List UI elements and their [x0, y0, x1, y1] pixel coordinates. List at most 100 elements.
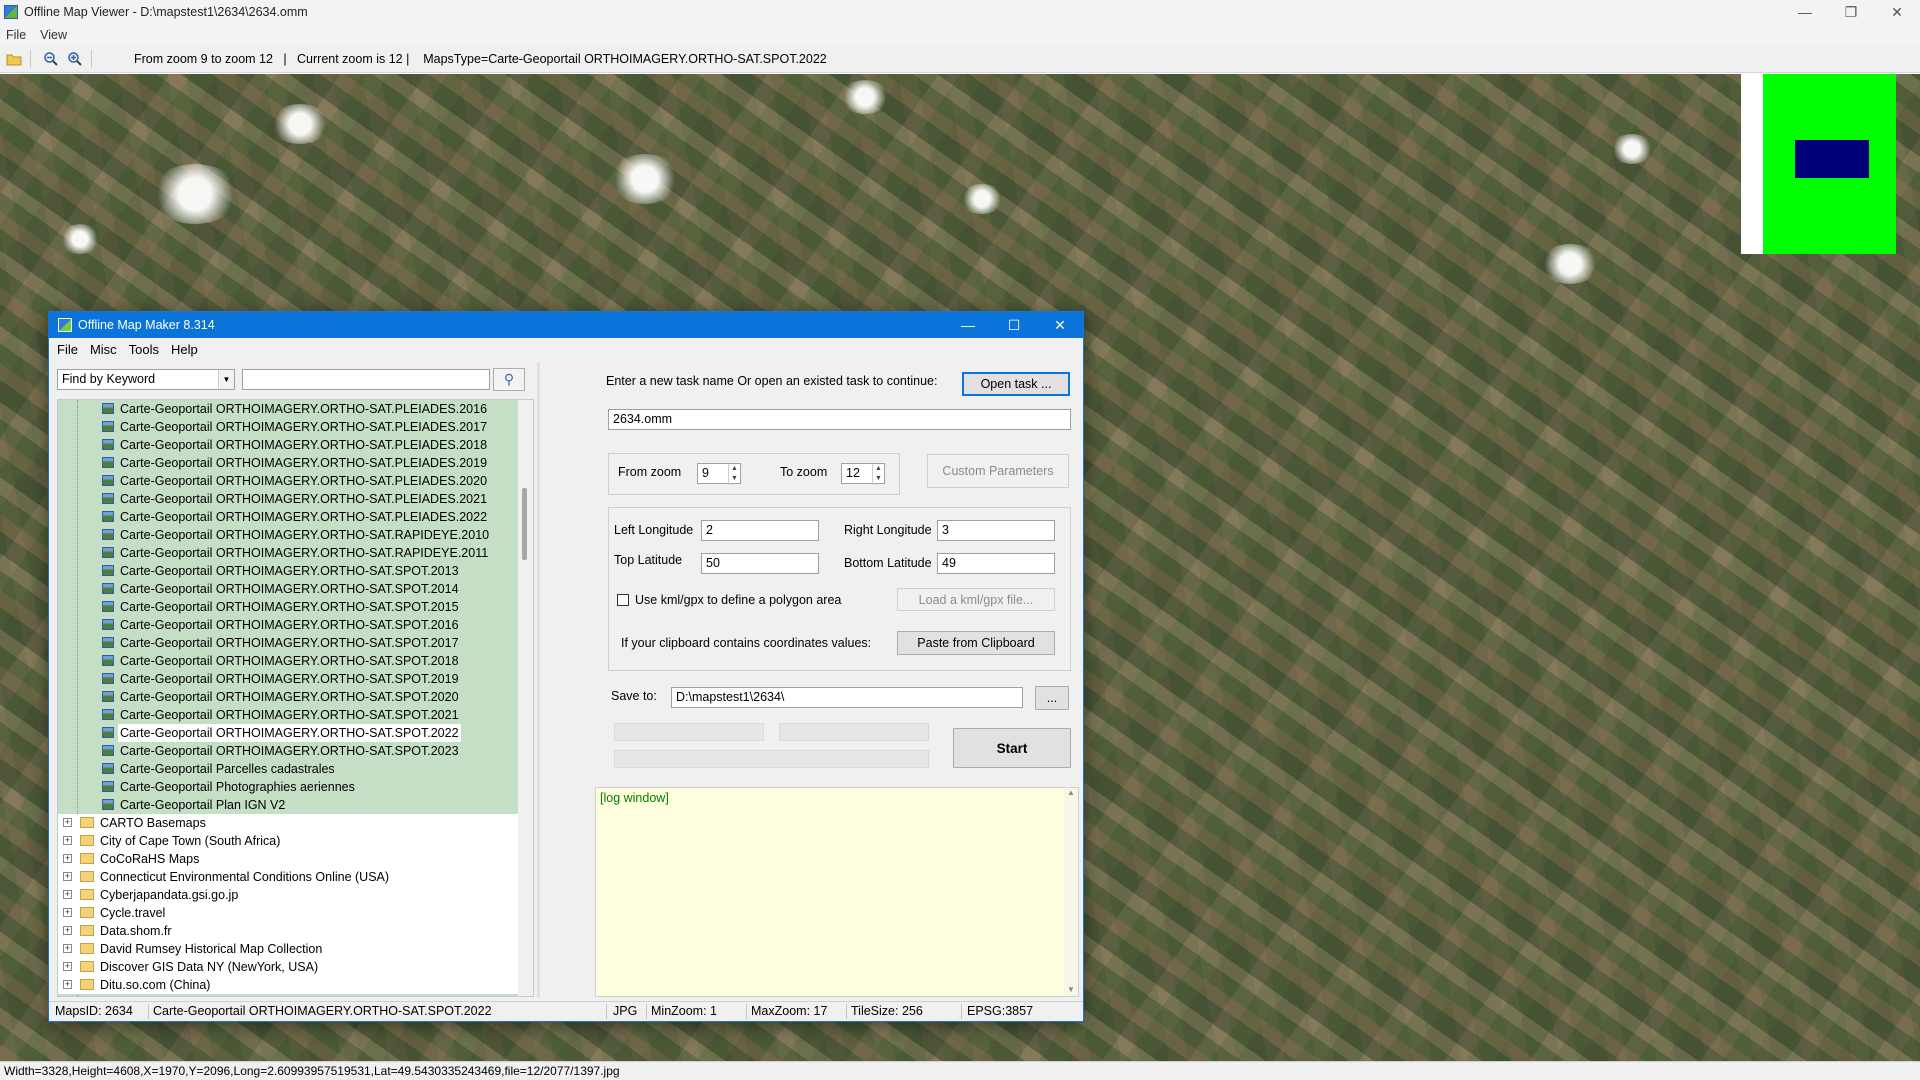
panel-splitter[interactable] [537, 362, 540, 998]
search-mode-select[interactable]: Find by Keyword ▼ [57, 369, 235, 390]
tree-folder-item[interactable]: + City of Cape Town (South Africa) [58, 832, 518, 850]
left-longitude-input[interactable]: 2 [701, 520, 819, 541]
from-zoom-input[interactable]: 9 ▲ ▼ [697, 463, 741, 485]
tree-folder-item[interactable]: + Data.shom.fr [58, 922, 518, 940]
expand-icon[interactable]: + [63, 836, 72, 845]
zoom-in-icon[interactable] [65, 49, 85, 69]
maximize-icon[interactable]: ☐ [991, 312, 1037, 338]
expand-icon[interactable]: + [63, 908, 72, 917]
menu-view[interactable]: View [40, 28, 67, 42]
close-icon[interactable]: ✕ [1874, 0, 1920, 24]
map-layer-icon [102, 583, 114, 594]
viewer-titlebar: Offline Map Viewer - D:\mapstest1\2634\2… [0, 0, 1920, 24]
expand-icon[interactable]: + [63, 818, 72, 827]
tree-leaf-item[interactable]: Carte-Geoportail Photographies aeriennes [58, 778, 518, 796]
folder-icon [80, 907, 94, 918]
load-kml-button[interactable]: Load a kml/gpx file... [897, 588, 1055, 611]
tree-leaf-item[interactable]: Carte-Geoportail ORTHOIMAGERY.ORTHO-SAT.… [58, 652, 518, 670]
save-path-input[interactable]: D:\mapstest1\2634\ [671, 687, 1023, 708]
status-min-zoom: MinZoom: 1 [651, 1004, 717, 1018]
tree-folder-item[interactable]: + Cycle.travel [58, 904, 518, 922]
status-divider [846, 1004, 847, 1019]
tree-folder-item[interactable]: + David Rumsey Historical Map Collection [58, 940, 518, 958]
dialog-menu-misc[interactable]: Misc [90, 342, 117, 357]
tree-leaf-item[interactable]: Carte-Geoportail ORTHOIMAGERY.ORTHO-SAT.… [58, 508, 518, 526]
close-icon[interactable]: ✕ [1037, 312, 1083, 338]
paste-clipboard-button[interactable]: Paste from Clipboard [897, 631, 1055, 655]
tree-leaf-item[interactable]: Carte-Geoportail ORTHOIMAGERY.ORTHO-SAT.… [58, 616, 518, 634]
to-zoom-input[interactable]: 12 ▲ ▼ [841, 463, 885, 485]
map-layer-icon [102, 655, 114, 666]
open-task-button[interactable]: Open task ... [962, 372, 1070, 396]
tree-folder-label: Data.shom.fr [100, 924, 172, 938]
start-button[interactable]: Start [953, 728, 1071, 768]
folder-icon [80, 817, 94, 828]
tree-scrollbar[interactable] [518, 400, 533, 996]
tree-leaf-item[interactable]: Carte-Geoportail ORTHOIMAGERY.ORTHO-SAT.… [58, 580, 518, 598]
tree-leaf-item[interactable]: Carte-Geoportail ORTHOIMAGERY.ORTHO-SAT.… [58, 490, 518, 508]
dialog-menu-file[interactable]: File [57, 342, 78, 357]
tree-leaf-item[interactable]: Carte-Geoportail Plan IGN V2 [58, 796, 518, 814]
tree-leaf-item[interactable]: Carte-Geoportail ORTHOIMAGERY.ORTHO-SAT.… [58, 562, 518, 580]
expand-icon[interactable]: + [63, 926, 72, 935]
log-window[interactable]: [log window] ▲ ▼ [595, 787, 1079, 997]
tree-leaf-label: Carte-Geoportail ORTHOIMAGERY.ORTHO-SAT.… [120, 672, 459, 686]
tree-folder-item[interactable]: + Cyberjapandata.gsi.go.jp [58, 886, 518, 904]
zoom-out-icon[interactable] [41, 49, 61, 69]
tree-leaf-item[interactable]: Carte-Geoportail ORTHOIMAGERY.ORTHO-SAT.… [58, 670, 518, 688]
dialog-menu-help[interactable]: Help [171, 342, 198, 357]
tree-leaf-item[interactable]: Carte-Geoportail ORTHOIMAGERY.ORTHO-SAT.… [58, 436, 518, 454]
tree-folder-item[interactable]: + CoCoRaHS Maps [58, 850, 518, 868]
log-scrollbar[interactable]: ▲ ▼ [1064, 788, 1078, 996]
tree-leaf-item[interactable]: Carte-Geoportail ORTHOIMAGERY.ORTHO-SAT.… [58, 454, 518, 472]
save-to-label: Save to: [611, 689, 657, 703]
tree-leaf-item[interactable]: Carte-Geoportail ORTHOIMAGERY.ORTHO-SAT.… [58, 724, 518, 742]
tree-leaf-item[interactable]: Carte-Geoportail ORTHOIMAGERY.ORTHO-SAT.… [58, 472, 518, 490]
tree-folder-item[interactable]: + Discover GIS Data NY (NewYork, USA) [58, 958, 518, 976]
tree-leaf-item[interactable]: Carte-Geoportail ORTHOIMAGERY.ORTHO-SAT.… [58, 706, 518, 724]
keyword-input[interactable] [242, 369, 490, 390]
chevron-down-icon[interactable]: ▼ [218, 370, 234, 389]
minimize-icon[interactable]: — [1782, 0, 1828, 24]
expand-icon[interactable]: + [63, 872, 72, 881]
expand-icon[interactable]: + [63, 962, 72, 971]
overview-minimap[interactable] [1741, 74, 1896, 254]
minimap-viewport[interactable] [1795, 140, 1869, 178]
expand-icon[interactable]: + [63, 944, 72, 953]
expand-icon[interactable]: + [63, 890, 72, 899]
right-longitude-input[interactable]: 3 [937, 520, 1055, 541]
tree-leaf-item[interactable]: Carte-Geoportail Parcelles cadastrales [58, 760, 518, 778]
task-name-input[interactable]: 2634.omm [608, 409, 1071, 430]
expand-icon[interactable]: + [63, 980, 72, 989]
minimize-icon[interactable]: — [945, 312, 991, 338]
tree-leaf-label: Carte-Geoportail ORTHOIMAGERY.ORTHO-SAT.… [120, 402, 488, 416]
expand-icon[interactable]: + [63, 854, 72, 863]
tree-leaf-item[interactable]: Carte-Geoportail ORTHOIMAGERY.ORTHO-SAT.… [58, 598, 518, 616]
tree-folder-item[interactable]: + CARTO Basemaps [58, 814, 518, 832]
map-source-tree[interactable]: Carte-Geoportail ORTHOIMAGERY.ORTHO-SAT.… [57, 399, 534, 997]
tree-folder-item[interactable]: + Connecticut Environmental Conditions On… [58, 868, 518, 886]
to-zoom-spinner[interactable]: ▲ ▼ [872, 464, 884, 485]
tree-leaf-item[interactable]: Carte-Geoportail ORTHOIMAGERY.ORTHO-SAT.… [58, 688, 518, 706]
scrollbar-thumb[interactable] [522, 488, 527, 560]
kml-checkbox[interactable] [617, 594, 629, 606]
browse-button[interactable]: ... [1035, 686, 1069, 710]
tree-leaf-item[interactable]: Carte-Geoportail ORTHOIMAGERY.ORTHO-SAT.… [58, 418, 518, 436]
dialog-menu-tools[interactable]: Tools [129, 342, 159, 357]
tree-leaf-item[interactable]: Carte-Geoportail ORTHOIMAGERY.ORTHO-SAT.… [58, 634, 518, 652]
tree-folder-item[interactable]: + Ditu.so.com (China) [58, 976, 518, 994]
tree-leaf-item[interactable]: Carte-Geoportail ORTHOIMAGERY.ORTHO-SAT.… [58, 742, 518, 760]
restore-icon[interactable]: ❐ [1828, 0, 1874, 24]
bottom-latitude-input[interactable]: 49 [937, 553, 1055, 574]
tree-leaf-item[interactable]: Carte-Geoportail ORTHOIMAGERY.ORTHO-SAT.… [58, 400, 518, 418]
menu-file[interactable]: File [6, 28, 26, 42]
tree-folder-label: City of Cape Town (South Africa) [100, 834, 281, 848]
tree-leaf-item[interactable]: Carte-Geoportail ORTHOIMAGERY.ORTHO-SAT.… [58, 544, 518, 562]
top-latitude-input[interactable]: 50 [701, 553, 819, 574]
from-zoom-spinner[interactable]: ▲ ▼ [728, 464, 740, 485]
map-layer-icon [102, 547, 114, 558]
open-folder-icon[interactable] [4, 49, 24, 69]
search-button[interactable]: ⚲ [493, 368, 525, 391]
custom-parameters-button[interactable]: Custom Parameters [927, 454, 1069, 488]
tree-leaf-item[interactable]: Carte-Geoportail ORTHOIMAGERY.ORTHO-SAT.… [58, 526, 518, 544]
